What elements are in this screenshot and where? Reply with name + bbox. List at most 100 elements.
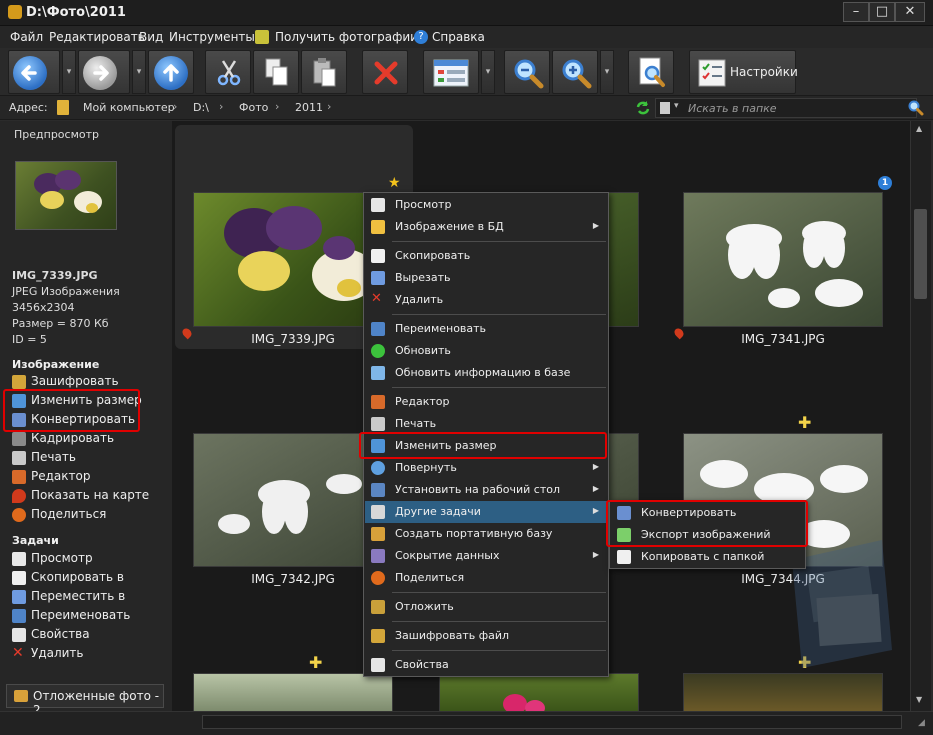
minimize-button[interactable]: –: [843, 2, 869, 22]
zoom-dropdown[interactable]: ▾: [600, 50, 614, 94]
menu-item-rename[interactable]: Переименовать: [365, 318, 607, 340]
resize-grip-icon[interactable]: ◢: [918, 718, 925, 728]
menu-tools[interactable]: Инструменты: [169, 30, 255, 44]
breadcrumb-separator[interactable]: ›: [219, 100, 223, 113]
refresh-icon: [371, 344, 385, 358]
search-scope-dropdown-icon[interactable]: ▾: [674, 101, 679, 111]
back-dropdown[interactable]: ▾: [62, 50, 76, 94]
copy-button[interactable]: [253, 50, 299, 94]
forward-button[interactable]: [78, 50, 130, 94]
breadcrumb-drive-d[interactable]: D:\: [193, 101, 209, 114]
deferred-photos-button[interactable]: Отложенные фото - 2: [6, 684, 164, 717]
photo-thumbnail[interactable]: [683, 192, 883, 327]
submenu-arrow-icon: ▶: [592, 462, 599, 471]
crop-icon: [12, 432, 26, 446]
search-input[interactable]: [688, 100, 888, 116]
menu-item-hide-data[interactable]: Сокрытие данных ▶: [365, 545, 607, 567]
breadcrumb-separator[interactable]: ›: [275, 100, 279, 113]
refresh-icon[interactable]: [635, 100, 651, 116]
menu-item-set-wallpaper[interactable]: Установить на рабочий стол ▶: [365, 479, 607, 501]
sidebar: Предпросмотр IMG_7339.JPG JPEG Изображен…: [0, 121, 172, 717]
app-icon: [8, 5, 22, 19]
menu-item-refresh-db-info[interactable]: Обновить информацию в базе: [365, 362, 607, 384]
rotate-icon: [371, 461, 385, 475]
properties-icon: [12, 628, 26, 642]
menu-item-properties[interactable]: Свойства: [365, 654, 607, 676]
zoom-in-button[interactable]: [552, 50, 598, 94]
menu-item-image-to-db[interactable]: Изображение в БД ▶: [365, 216, 607, 238]
desktop-icon: [371, 483, 385, 497]
zoom-out-button[interactable]: [504, 50, 550, 94]
delete-button[interactable]: [362, 50, 408, 94]
menu-item-cut[interactable]: Вырезать: [365, 267, 607, 289]
zoom-out-icon: [514, 59, 544, 89]
search-box[interactable]: ▾: [655, 98, 917, 118]
up-button[interactable]: [148, 50, 194, 94]
menu-item-other-tasks[interactable]: Другие задачи ▶: [365, 501, 607, 523]
breadcrumb-separator[interactable]: ›: [173, 100, 177, 113]
menu-item-delete[interactable]: ✕ Удалить: [365, 289, 607, 311]
window-title: D:\Фото\2011: [26, 5, 126, 20]
menu-item-encrypt-file[interactable]: Зашифровать файл: [365, 625, 607, 647]
menu-item-view[interactable]: Просмотр: [365, 194, 607, 216]
cut-button[interactable]: [205, 50, 251, 94]
menu-item-postpone[interactable]: Отложить: [365, 596, 607, 618]
find-button[interactable]: [628, 50, 674, 94]
back-button[interactable]: [8, 50, 60, 94]
db-refresh-icon: [371, 366, 385, 380]
menu-get-photos[interactable]: Получить фотографии: [275, 30, 418, 44]
submenu-item-copy-with-folder[interactable]: Копировать с папкой: [611, 546, 804, 568]
menu-item-share[interactable]: Поделиться: [365, 567, 607, 589]
find-in-page-icon: [639, 57, 665, 87]
toolbar: ▾ ▾ ▾ ▾ Настройки: [0, 48, 933, 96]
close-button[interactable]: ✕: [895, 2, 925, 22]
paste-button[interactable]: [301, 50, 347, 94]
maximize-button[interactable]: □: [869, 2, 895, 22]
share-icon: [12, 508, 26, 522]
file-id: ID = 5: [12, 333, 47, 346]
photo-thumbnail[interactable]: [193, 673, 393, 711]
delete-x-icon: ✕: [371, 291, 382, 306]
menu-item-rotate[interactable]: Повернуть ▶: [365, 457, 607, 479]
view-mode-button[interactable]: [423, 50, 479, 94]
menu-view[interactable]: Вид: [139, 30, 163, 44]
scroll-up-icon[interactable]: ▲: [916, 124, 922, 133]
view-icon: [371, 198, 385, 212]
tasks-icon: [371, 505, 385, 519]
breadcrumb-my-computer[interactable]: Мой компьютер: [83, 101, 175, 114]
breadcrumb-separator[interactable]: ›: [327, 100, 331, 113]
up-arrow-icon: [154, 56, 188, 90]
hide-data-icon: [371, 549, 385, 563]
menu-help[interactable]: Справка: [432, 30, 485, 44]
scrollbar-thumb[interactable]: [914, 209, 927, 299]
forward-dropdown[interactable]: ▾: [132, 50, 146, 94]
menu-separator: [392, 621, 606, 622]
scroll-down-icon[interactable]: ▼: [916, 695, 922, 704]
view-icon: [12, 552, 26, 566]
submenu-arrow-icon: ▶: [592, 221, 599, 230]
copy-icon: [265, 58, 288, 86]
address-label: Адрес:: [9, 101, 48, 114]
menu-edit[interactable]: Редактировать: [49, 30, 145, 44]
scissors-icon: [217, 60, 241, 86]
portable-db-icon: [371, 527, 385, 541]
menu-separator: [392, 592, 606, 593]
menu-item-editor[interactable]: Редактор: [365, 391, 607, 413]
plus-icon: ✚: [798, 413, 812, 432]
file-size: Размер = 870 Кб: [12, 317, 109, 330]
breadcrumb-photo[interactable]: Фото: [239, 101, 268, 114]
horizontal-scrollbar[interactable]: [202, 715, 902, 729]
menu-file[interactable]: Файл: [10, 30, 43, 44]
settings-button[interactable]: Настройки: [689, 50, 798, 94]
view-mode-dropdown[interactable]: ▾: [481, 50, 495, 94]
search-icon[interactable]: [908, 100, 924, 116]
search-scope-icon[interactable]: [660, 102, 670, 114]
photo-thumbnail[interactable]: [439, 673, 639, 711]
menu-item-refresh[interactable]: Обновить: [365, 340, 607, 362]
vertical-scrollbar[interactable]: ▲ ▼: [910, 121, 931, 711]
copy-icon: [371, 249, 385, 263]
photo-thumbnail[interactable]: [683, 673, 883, 711]
breadcrumb-2011[interactable]: 2011: [295, 101, 323, 114]
menu-item-copy[interactable]: Скопировать: [365, 245, 607, 267]
menu-item-create-portable-db[interactable]: Создать портативную базу: [365, 523, 607, 545]
